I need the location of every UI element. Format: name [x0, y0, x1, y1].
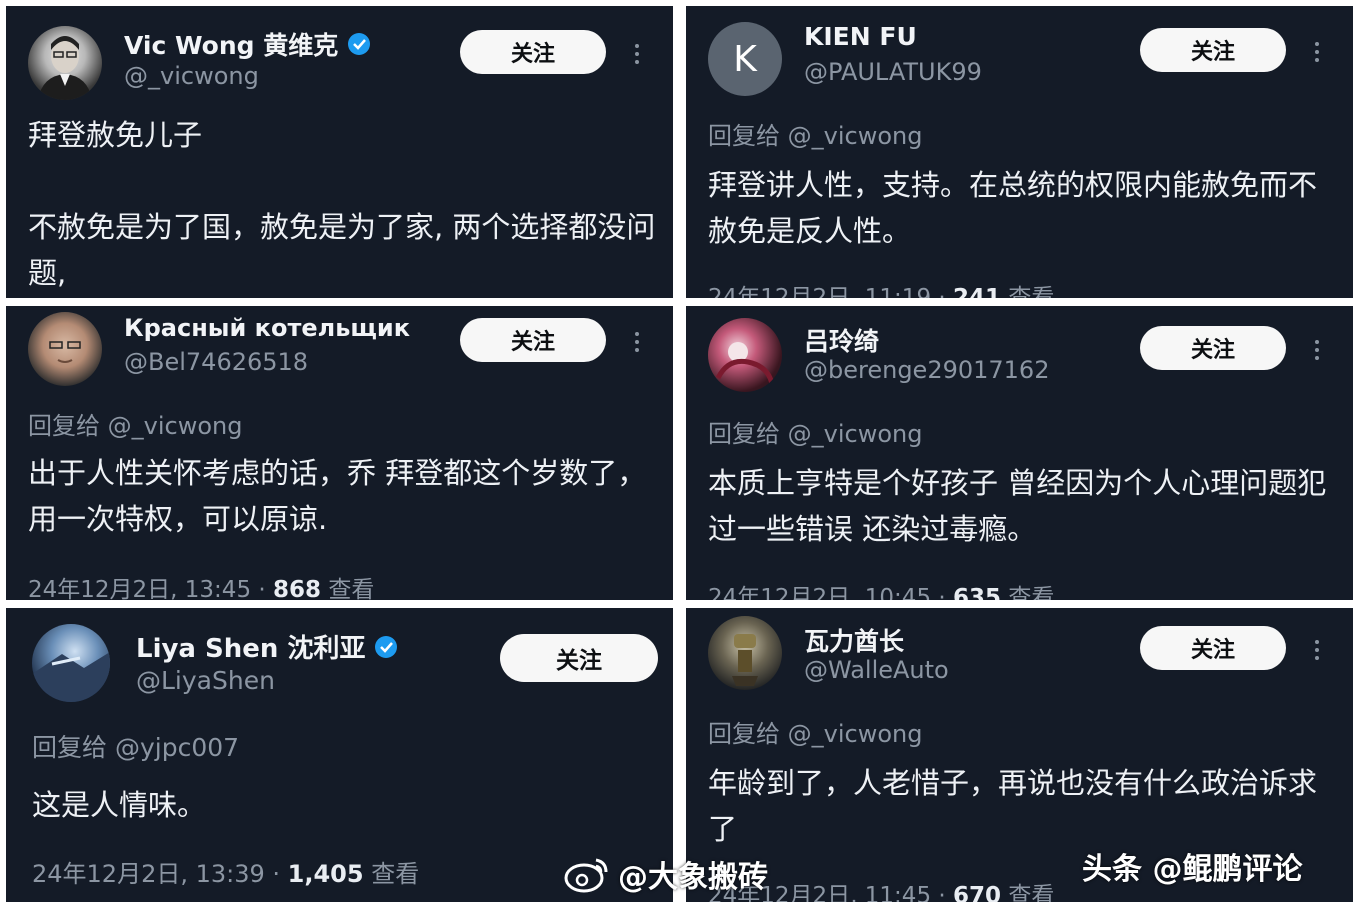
- tweet-meta: 24年12月2日, 13:39 · 1,405 查看: [32, 854, 419, 889]
- person-photo-icon: [49, 341, 81, 363]
- user-handle[interactable]: @LiyaShen: [136, 666, 275, 695]
- reply-prefix: 回复给: [708, 122, 780, 150]
- reply-to-link[interactable]: @yjpc007: [115, 733, 239, 762]
- reply-prefix: 回复给: [708, 720, 780, 748]
- view-count: 635: [953, 585, 1002, 600]
- landscape-photo-icon: [32, 652, 110, 702]
- avatar[interactable]: [28, 312, 102, 386]
- display-name-text: 吕玲绮: [804, 327, 880, 356]
- display-name-text: KIEN FU: [804, 22, 917, 51]
- views-label: 查看: [1008, 285, 1055, 298]
- more-options-icon[interactable]: [634, 332, 640, 352]
- follow-button[interactable]: 关注: [460, 318, 606, 362]
- tweet-text-line1: 拜登赦免儿子: [28, 118, 203, 152]
- user-handle[interactable]: @berenge29017162: [804, 356, 1049, 384]
- reply-prefix: 回复给: [32, 733, 108, 762]
- tweet-text: 本质上亨特是个好孩子 曾经因为个人心理问题犯过一些错误 还染过毒瘾。: [708, 466, 1327, 547]
- person-photo-icon: [38, 36, 92, 100]
- reply-to-label: 回复给 @_vicwong: [28, 406, 242, 441]
- more-options-icon[interactable]: [1314, 340, 1320, 360]
- views-label: 查看: [1008, 585, 1055, 600]
- follow-button[interactable]: 关注: [1140, 28, 1286, 72]
- display-name[interactable]: Liya Shen 沈利亚: [136, 628, 399, 665]
- more-options-icon[interactable]: [1314, 640, 1320, 660]
- display-name-text: Vic Wong 黄维克: [124, 31, 339, 60]
- timestamp[interactable]: 24年12月2日, 10:45 ·: [708, 585, 953, 600]
- reply-prefix: 回复给: [708, 420, 780, 448]
- follow-button[interactable]: 关注: [1140, 626, 1286, 670]
- tweet-text: 年龄到了，人老惜子，再说也没有什么政治诉求了: [708, 766, 1318, 847]
- reply-to-link[interactable]: @_vicwong: [788, 420, 923, 448]
- view-count: 1,405: [287, 860, 364, 888]
- timestamp[interactable]: 24年12月2日, 13:39 ·: [32, 860, 288, 888]
- avatar[interactable]: [708, 616, 782, 690]
- display-name[interactable]: KIEN FU: [804, 22, 917, 51]
- timestamp[interactable]: 24年12月2日, 11:19 ·: [708, 285, 953, 298]
- view-count: 670: [953, 883, 1002, 902]
- tweet-meta: 24年12月2日, 10:45 · 635 查看: [708, 578, 1054, 600]
- follow-button[interactable]: 关注: [1140, 326, 1286, 370]
- timestamp[interactable]: 24年12月2日, 13:45 ·: [28, 577, 273, 600]
- user-handle[interactable]: @PAULATUK99: [804, 58, 982, 86]
- user-handle[interactable]: @_vicwong: [124, 62, 259, 90]
- verified-badge-icon: [375, 635, 398, 658]
- display-name-text: 瓦力酋长: [804, 627, 905, 656]
- display-name[interactable]: 吕玲绮: [804, 322, 879, 358]
- display-name-text: Liya Shen 沈利亚: [136, 634, 366, 664]
- user-handle[interactable]: @WalleAuto: [804, 656, 949, 684]
- tweet-text: 这是人情味。: [32, 788, 207, 822]
- reply-to-label: 回复给 @_vicwong: [708, 414, 922, 449]
- more-options-icon[interactable]: [634, 44, 640, 64]
- tweet-text: 不赦免是为了国，赦免是为了家, 两个选择都没问题,: [28, 210, 656, 291]
- verified-badge-icon: [348, 33, 371, 55]
- reply-to-link[interactable]: @_vicwong: [788, 720, 923, 748]
- display-name[interactable]: Красный котельщик: [124, 314, 410, 342]
- tweet-text: 拜登讲人性，支持。在总统的权限内能赦免而不赦免是反人性。: [708, 168, 1318, 249]
- follow-button[interactable]: 关注: [500, 634, 658, 682]
- weibo-logo-icon: [564, 858, 608, 893]
- anime-avatar-icon: [715, 342, 775, 385]
- toutiao-watermark: 头条 @鲲鹏评论: [1082, 852, 1303, 887]
- follow-button[interactable]: 关注: [460, 30, 606, 74]
- views-label: 查看: [371, 860, 420, 888]
- tweet-meta: 24年12月2日, 13:45 · 868 查看: [28, 570, 374, 600]
- tweet-card-vicwong: Vic Wong 黄维克 @_vicwong 关注 拜登赦免儿子 不赦免是为了国…: [6, 6, 673, 298]
- reply-to-label: 回复给 @_vicwong: [708, 714, 922, 749]
- tweet-card-lvlingqi: 吕玲绮 @berenge29017162 关注 回复给 @_vicwong 本质…: [686, 306, 1353, 600]
- reply-to-label: 回复给 @yjpc007: [32, 728, 239, 764]
- reply-to-label: 回复给 @_vicwong: [708, 116, 922, 151]
- robot-avatar-icon: [732, 634, 758, 686]
- tweet-card-krasny: Красный котельщик @Bel74626518 关注 回复给 @_…: [6, 306, 673, 600]
- reply-to-link[interactable]: @_vicwong: [108, 412, 243, 440]
- avatar[interactable]: K: [708, 22, 782, 96]
- more-options-icon[interactable]: [1314, 42, 1320, 62]
- view-count: 868: [273, 577, 322, 600]
- display-name[interactable]: 瓦力酋长: [804, 622, 904, 658]
- tweet-text: 出于人性关怀考虑的话，乔 拜登都这个岁数了，用一次特权，可以原谅.: [28, 456, 647, 537]
- tweet-meta: 24年12月2日, 11:19 · 241 查看: [708, 278, 1054, 298]
- reply-prefix: 回复给: [28, 412, 100, 440]
- weibo-watermark: @大象搬砖: [562, 852, 768, 896]
- reply-to-link[interactable]: @_vicwong: [788, 122, 923, 150]
- views-label: 查看: [1008, 883, 1055, 902]
- avatar[interactable]: [28, 26, 102, 100]
- user-handle[interactable]: @Bel74626518: [124, 348, 308, 376]
- display-name-text: Красный котельщик: [124, 314, 411, 342]
- avatar[interactable]: [708, 318, 782, 392]
- view-count: 241: [953, 285, 1002, 298]
- avatar[interactable]: [32, 624, 110, 702]
- display-name[interactable]: Vic Wong 黄维克: [124, 26, 372, 62]
- tweet-card-kienfu: K KIEN FU @PAULATUK99 关注 回复给 @_vicwong 拜…: [686, 6, 1353, 298]
- avatar-letter: K: [733, 38, 757, 80]
- views-label: 查看: [328, 577, 375, 600]
- weibo-handle: @大象搬砖: [618, 860, 768, 895]
